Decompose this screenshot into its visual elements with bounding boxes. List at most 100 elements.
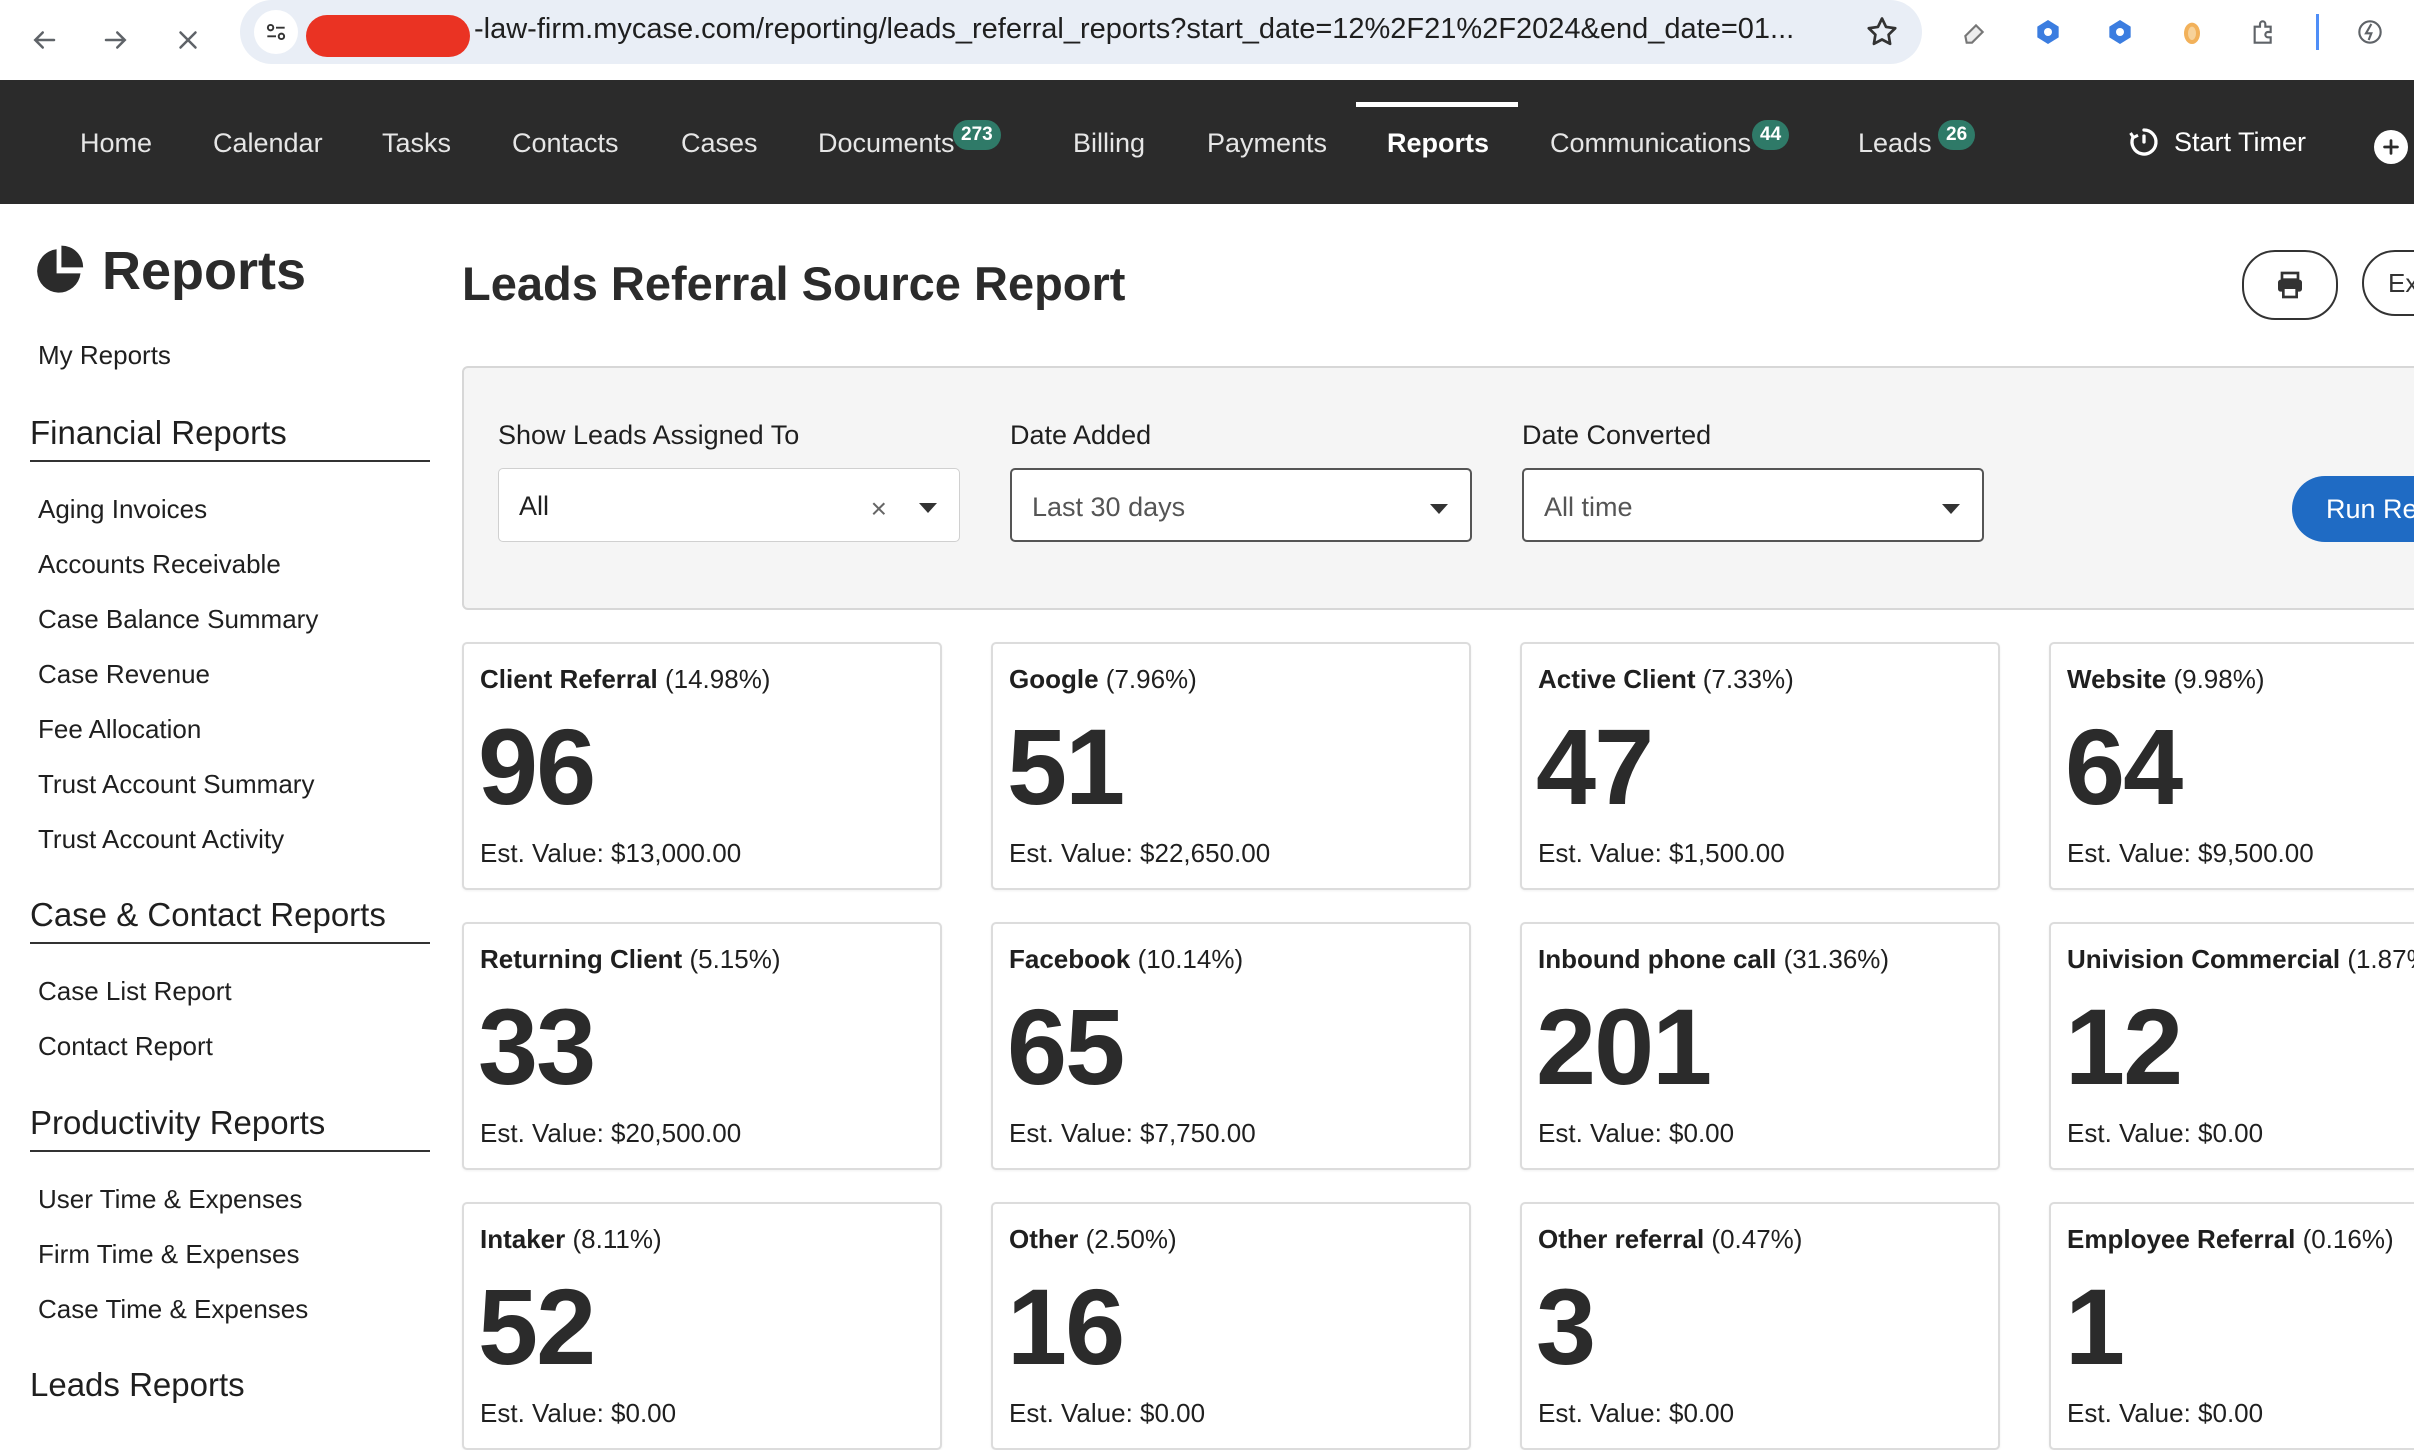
card-count: 33 [478,986,596,1107]
plus-icon [2383,139,2399,155]
card-count: 201 [1536,986,1712,1107]
card-source: Returning Client [480,944,683,974]
section-productivity-reports: Productivity Reports [30,1104,430,1152]
active-tab-indicator [1356,102,1518,107]
referral-card: Returning Client (5.15%) 33 Est. Value: … [462,922,942,1170]
card-est-value: Est. Value: $7,750.00 [1009,1118,1256,1148]
date-converted-value: All time [1544,492,1633,522]
sidebar-fee-allocation[interactable]: Fee Allocation [38,714,201,745]
card-count: 51 [1007,706,1125,827]
extension-hand-icon[interactable] [2174,14,2210,50]
card-source: Inbound phone call [1538,944,1777,974]
card-percent: (0.47%) [1711,1224,1803,1254]
sidebar-case-list-report[interactable]: Case List Report [38,976,232,1007]
nav-reports[interactable]: Reports [1387,128,1489,159]
timer-icon [2129,128,2158,156]
nav-calendar[interactable]: Calendar [213,128,323,159]
extension-tag-icon[interactable] [2030,14,2066,50]
referral-card: Other (2.50%) 16 Est. Value: $0.00 [991,1202,1471,1450]
sidebar-title-text: Reports [102,241,307,301]
address-bar[interactable]: -law-firm.mycase.com/reporting/leads_ref… [240,0,1922,64]
nav-tasks[interactable]: Tasks [382,128,451,159]
sidebar-case-revenue[interactable]: Case Revenue [38,659,210,690]
assigned-select[interactable]: All × [498,468,960,542]
nav-documents[interactable]: Documents [818,128,955,159]
card-percent: (2.50%) [1085,1224,1177,1254]
date-converted-label: Date Converted [1522,420,1712,450]
sidebar-user-time-expenses[interactable]: User Time & Expenses [38,1184,302,1215]
card-source: Website [2067,664,2167,694]
card-count: 3 [1536,1266,1596,1387]
forward-icon[interactable] [94,18,138,62]
card-count: 16 [1007,1266,1125,1387]
date-added-value: Last 30 days [1032,492,1186,522]
sidebar-accounts-receivable[interactable]: Accounts Receivable [38,549,281,580]
referral-card: Intaker (8.11%) 52 Est. Value: $0.00 [462,1202,942,1450]
sidebar-trust-account-activity[interactable]: Trust Account Activity [38,824,284,855]
card-source: Active Client [1538,664,1696,694]
card-est-value: Est. Value: $0.00 [480,1398,677,1428]
card-est-value: Est. Value: $1,500.00 [1538,838,1785,868]
run-report-button[interactable]: Run Re [2292,476,2414,542]
nav-payments[interactable]: Payments [1207,128,1327,159]
nav-home[interactable]: Home [80,128,152,159]
extension-tag-icon[interactable] [2102,14,2138,50]
sidebar-my-reports[interactable]: My Reports [38,340,171,371]
start-timer-label: Start Timer [2174,126,2307,157]
extension-eraser-icon[interactable] [1958,14,1994,50]
card-count: 47 [1536,706,1654,827]
card-source: Facebook [1009,944,1131,974]
sidebar-case-time-expenses[interactable]: Case Time & Expenses [38,1294,308,1325]
card-est-value: Est. Value: $13,000.00 [480,838,742,868]
page-title: Leads Referral Source Report [462,257,1126,310]
export-label: Ex [2388,267,2414,298]
bookmark-star-icon[interactable] [1864,14,1900,50]
nav-communications[interactable]: Communications [1550,128,1751,159]
date-added-select[interactable]: Last 30 days [1010,468,1472,542]
card-percent: (7.33%) [1702,664,1794,694]
card-est-value: Est. Value: $9,500.00 [2067,838,2314,868]
sidebar-aging-invoices[interactable]: Aging Invoices [38,494,207,525]
card-source: Google [1009,664,1099,694]
performance-icon[interactable] [2352,14,2388,50]
chevron-down-icon[interactable] [919,503,937,513]
print-button[interactable] [2242,250,2338,320]
card-percent: (5.15%) [689,944,781,974]
main-navigation: Home Calendar Tasks Contacts Cases Docum… [0,80,2414,204]
card-count: 96 [478,706,596,827]
add-new-button[interactable] [2374,130,2408,164]
assigned-filter-label: Show Leads Assigned To [498,420,800,450]
stop-loading-icon[interactable] [166,18,210,62]
referral-card: Other referral (0.47%) 3 Est. Value: $0.… [1520,1202,2000,1450]
clear-selection-icon[interactable]: × [871,493,887,525]
sidebar-trust-account-summary[interactable]: Trust Account Summary [38,769,314,800]
export-button[interactable]: Ex [2362,250,2414,316]
nav-cases[interactable]: Cases [681,128,758,159]
section-financial-reports: Financial Reports [30,414,430,462]
referral-card: Univision Commercial (1.87% 12 Est. Valu… [2049,922,2414,1170]
card-count: 12 [2065,986,2183,1107]
referral-card: Website (9.98%) 64 Est. Value: $9,500.00 [2049,642,2414,890]
card-percent: (0.16%) [2302,1224,2394,1254]
extensions-puzzle-icon[interactable] [2246,14,2282,50]
card-count: 1 [2065,1266,2125,1387]
nav-leads[interactable]: Leads [1858,128,1932,159]
browser-toolbar: -law-firm.mycase.com/reporting/leads_ref… [0,0,2414,81]
site-info-icon[interactable] [254,10,298,54]
referral-card: Inbound phone call (31.36%) 201 Est. Val… [1520,922,2000,1170]
card-est-value: Est. Value: $22,650.00 [1009,838,1271,868]
sidebar-firm-time-expenses[interactable]: Firm Time & Expenses [38,1239,300,1270]
card-source: Client Referral [480,664,658,694]
card-source: Employee Referral [2067,1224,2296,1254]
url-text[interactable]: -law-firm.mycase.com/reporting/leads_ref… [474,13,1794,46]
nav-contacts[interactable]: Contacts [512,128,619,159]
sidebar-contact-report[interactable]: Contact Report [38,1031,213,1062]
card-source: Univision Commercial [2067,944,2341,974]
card-count: 52 [478,1266,596,1387]
start-timer-button[interactable]: Start Timer [2126,124,2306,160]
sidebar-case-balance-summary[interactable]: Case Balance Summary [38,604,318,635]
date-converted-select[interactable]: All time [1522,468,1984,542]
nav-billing[interactable]: Billing [1073,128,1145,159]
redacted-subdomain [306,15,470,57]
back-icon[interactable] [22,18,66,62]
